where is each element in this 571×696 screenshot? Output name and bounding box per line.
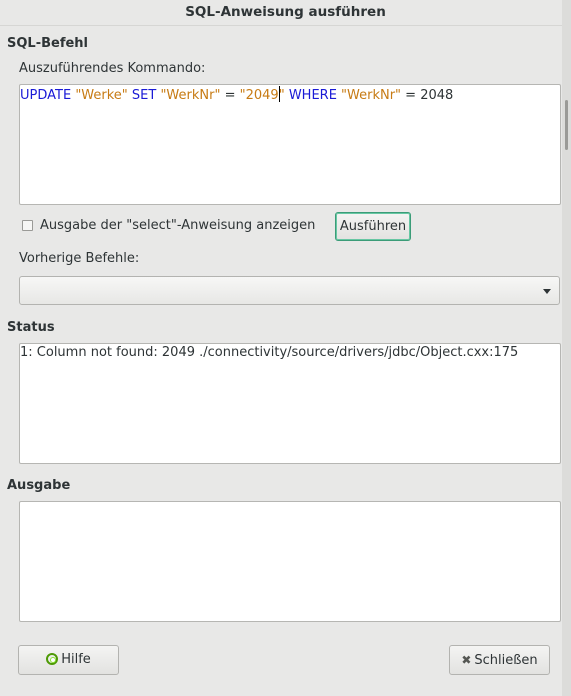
execute-button[interactable]: Ausführen: [335, 212, 411, 241]
sql-value: "2049: [239, 88, 279, 103]
command-label: Auszuführendes Kommando:: [19, 61, 206, 76]
sql-condition: = 2048: [401, 88, 454, 103]
sql-keyword: UPDATE: [20, 88, 76, 103]
previous-commands-dropdown[interactable]: [19, 276, 560, 305]
sql-identifier: "WerkNr": [341, 88, 402, 103]
sql-keyword: SET: [127, 88, 161, 103]
window-title: SQL-Anweisung ausführen: [0, 0, 571, 26]
help-button-label: Hilfe: [61, 652, 91, 667]
sql-section-heading: SQL-Befehl: [7, 36, 89, 51]
close-button-label: Schließen: [474, 653, 538, 668]
output-textarea[interactable]: [19, 501, 561, 622]
close-icon: ✖: [461, 653, 472, 667]
show-select-output-label[interactable]: Ausgabe der "select"-Anweisung anzeigen: [40, 218, 315, 233]
help-icon: [46, 653, 59, 665]
sql-identifier: "WerkNr": [160, 88, 221, 103]
status-section-heading: Status: [7, 320, 55, 335]
close-button[interactable]: ✖ Schließen: [449, 645, 550, 675]
help-button[interactable]: Hilfe: [18, 645, 119, 675]
sql-identifier: "Werke": [75, 88, 128, 103]
sql-keyword: WHERE: [284, 88, 342, 103]
previous-commands-label: Vorherige Befehle:: [19, 251, 140, 266]
status-textarea[interactable]: [19, 343, 561, 464]
show-select-output-checkbox[interactable]: [22, 220, 33, 231]
status-message: 1: Column not found: 2049 ./connectivity…: [20, 345, 519, 360]
chevron-down-icon: [543, 289, 551, 294]
sql-operator: =: [220, 88, 240, 103]
output-section-heading: Ausgabe: [7, 478, 71, 493]
scrollbar-thumb[interactable]: [565, 100, 568, 150]
command-text: UPDATE "Werke" SET "WerkNr" = "2049" WHE…: [20, 86, 453, 105]
